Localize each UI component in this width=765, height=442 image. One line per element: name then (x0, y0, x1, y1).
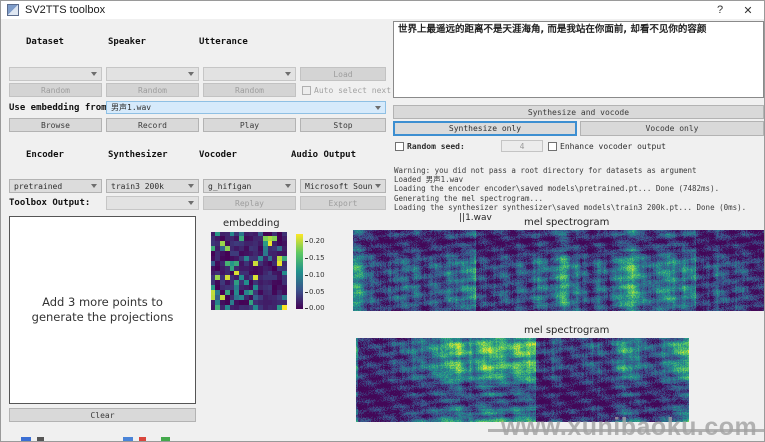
log-line: Loading the encoder encoder\saved models… (394, 184, 764, 193)
chevron-down-icon (285, 184, 291, 188)
dataset-select[interactable] (9, 67, 102, 81)
replay-button[interactable]: Replay (203, 196, 296, 210)
use-embedding-label: Use embedding from: (9, 103, 112, 113)
colorbar-tick: 0.00 (305, 304, 325, 312)
sv2tts-window: SV2TTS toolbox ? ✕ Dataset Speaker Utter… (0, 0, 765, 442)
window-title: SV2TTS toolbox (25, 4, 105, 16)
embedding-source-select[interactable]: 男声1.wav (106, 101, 386, 114)
colorbar-tick: 0.20 (305, 237, 325, 245)
embedding-colorbar (296, 234, 303, 309)
audio-output-select[interactable]: Microsoft Sound Mapp (300, 179, 386, 193)
vocode-only-button[interactable]: Vocode only (580, 121, 764, 136)
toolbox-output-label: Toolbox Output: (9, 198, 90, 208)
taskbar-icon-sliver (21, 437, 31, 442)
auto-select-checkbox[interactable] (302, 86, 311, 95)
mel-spectrogram-plot-1 (353, 230, 764, 311)
chevron-down-icon (285, 72, 291, 76)
vocoder-label: Vocoder (199, 150, 237, 160)
mel-spectrogram-title-1: mel spectrogram (524, 217, 609, 228)
watermark-text: www.xunibaoku.com (501, 413, 757, 442)
chevron-down-icon (375, 106, 381, 110)
taskbar-icon-sliver (161, 437, 170, 442)
titlebar: SV2TTS toolbox ? ✕ (1, 1, 764, 19)
audio-output-label: Audio Output (291, 150, 356, 160)
clear-button[interactable]: Clear (9, 408, 196, 422)
vocoder-select[interactable]: g_hifigan (203, 179, 296, 193)
synthesize-only-button[interactable]: Synthesize only (393, 121, 577, 136)
log-line: Loaded 男声1.wav (394, 175, 764, 184)
chevron-down-icon (188, 201, 194, 205)
random-utterance-button[interactable]: Random (203, 83, 296, 97)
mel-spectrogram-plot-2 (356, 338, 689, 422)
app-icon (7, 4, 19, 16)
random-seed-checkbox[interactable] (395, 142, 404, 151)
taskbar-icon-sliver (139, 437, 146, 442)
dataset-label: Dataset (26, 37, 64, 47)
export-button[interactable]: Export (300, 196, 386, 210)
random-seed-label: Random seed: (407, 142, 465, 151)
utterance-label: Utterance (199, 37, 248, 47)
embedding-plot-title: embedding (223, 218, 280, 229)
projection-message: Add 3 more points to generate the projec… (32, 295, 174, 325)
help-button[interactable]: ? (706, 1, 734, 19)
chevron-down-icon (188, 72, 194, 76)
load-button[interactable]: Load (300, 67, 386, 81)
synthesizer-label: Synthesizer (108, 150, 168, 160)
embedding-heatmap (211, 232, 287, 310)
chevron-down-icon (188, 184, 194, 188)
enhance-vocoder-label: Enhance vocoder output (560, 142, 666, 151)
close-icon[interactable]: ✕ (734, 1, 762, 19)
log-line: Warning: you did not pass a root directo… (394, 166, 764, 175)
taskbar-icon-sliver (37, 437, 44, 442)
enhance-vocoder-checkbox[interactable] (548, 142, 557, 151)
log-line: Generating the mel spectrogram... (394, 194, 764, 203)
mel-spectrogram-title-2: mel spectrogram (524, 325, 609, 336)
encoder-select[interactable]: pretrained (9, 179, 102, 193)
wav-corner-label: ||1.wav (459, 213, 492, 223)
random-speaker-button[interactable]: Random (106, 83, 199, 97)
colorbar-tick: 0.10 (305, 271, 325, 279)
colorbar-tick: 0.05 (305, 288, 325, 296)
synthesizer-select[interactable]: train3 200k (106, 179, 199, 193)
colorbar-tick: 0.15 (305, 254, 325, 262)
log-output: Warning: you did not pass a root directo… (394, 166, 764, 212)
chevron-down-icon (91, 184, 97, 188)
synthesis-text-input[interactable]: 世界上最遥远的距离不是天涯海角, 而是我站在你面前, 却看不见你的容颜 (393, 21, 764, 98)
stop-button[interactable]: Stop (300, 118, 386, 132)
random-dataset-button[interactable]: Random (9, 83, 102, 97)
chevron-down-icon (91, 72, 97, 76)
random-seed-field[interactable]: 4 (501, 140, 543, 152)
encoder-label: Encoder (26, 150, 64, 160)
projection-panel: Add 3 more points to generate the projec… (9, 216, 196, 404)
auto-select-label: Auto select next (314, 86, 391, 95)
utterance-select[interactable] (203, 67, 296, 81)
toolbox-output-select[interactable] (106, 196, 199, 210)
play-button[interactable]: Play (203, 118, 296, 132)
record-button[interactable]: Record (106, 118, 199, 132)
synthesize-and-vocode-button[interactable]: Synthesize and vocode (393, 105, 764, 119)
browse-button[interactable]: Browse (9, 118, 102, 132)
embedding-source-value: 男声1.wav (111, 102, 372, 113)
log-line: Loading the synthesizer synthesizer\save… (394, 203, 764, 212)
speaker-select[interactable] (106, 67, 199, 81)
chevron-down-icon (375, 184, 381, 188)
taskbar-icon-sliver (123, 437, 133, 442)
speaker-label: Speaker (108, 37, 146, 47)
